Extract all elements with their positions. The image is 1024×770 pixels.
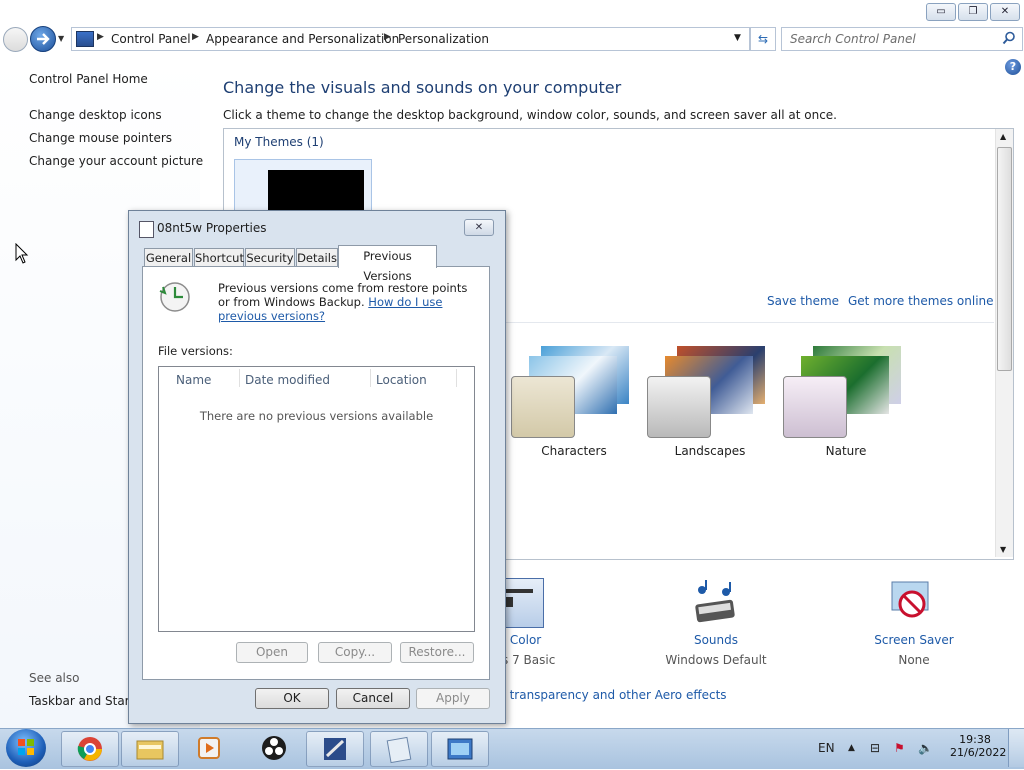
change-account-picture-link[interactable]: Change your account picture <box>29 154 203 168</box>
notepad-icon <box>386 736 412 764</box>
column-header-location[interactable]: Location <box>376 373 427 387</box>
action-center-icon[interactable]: ⚑ <box>894 741 905 755</box>
clock[interactable]: 19:38 21/6/2022 <box>950 733 1007 759</box>
show-desktop-button[interactable] <box>1008 729 1024 767</box>
arrow-right-icon <box>37 33 50 45</box>
paint-icon <box>324 738 346 760</box>
column-header-date-modified[interactable]: Date modified <box>245 373 330 387</box>
back-button[interactable] <box>3 27 28 52</box>
tab-security[interactable]: Security <box>245 248 295 267</box>
change-desktop-icons-link[interactable]: Change desktop icons <box>29 108 162 122</box>
control-panel-icon <box>447 738 473 760</box>
address-bar[interactable]: ▶ Control Panel ▶ Appearance and Persona… <box>71 27 750 51</box>
previous-versions-icon <box>159 282 190 312</box>
column-divider <box>370 369 371 387</box>
open-button[interactable]: Open <box>236 642 308 663</box>
column-divider <box>456 369 457 387</box>
column-header-name[interactable]: Name <box>176 373 211 387</box>
taskbar-control-panel[interactable] <box>431 731 489 767</box>
mouse-cursor-icon <box>15 243 29 264</box>
taskbar-app[interactable] <box>306 731 364 767</box>
restore-button[interactable]: Restore... <box>400 642 474 663</box>
tab-details[interactable]: Details <box>296 248 338 267</box>
chevron-right-icon[interactable]: ▶ <box>384 32 391 42</box>
theme-nature[interactable] <box>783 344 908 439</box>
tab-shortcut[interactable]: Shortcut <box>194 248 244 267</box>
taskbar-media-player[interactable] <box>181 731 237 765</box>
save-theme-link[interactable]: Save theme <box>767 294 839 308</box>
screen-saver-value: None <box>898 653 930 667</box>
network-icon[interactable]: ⊟ <box>870 741 880 755</box>
dialog-close-button[interactable]: ✕ <box>464 219 494 236</box>
clock-time: 19:38 <box>959 733 991 746</box>
file-versions-label: File versions: <box>158 344 233 358</box>
file-icon <box>139 221 154 238</box>
theme-landscapes[interactable] <box>647 344 772 439</box>
breadcrumb-appearance[interactable]: Appearance and Personalization <box>206 32 399 46</box>
cancel-button[interactable]: Cancel <box>336 688 410 709</box>
chevron-right-icon: ▶ <box>97 32 104 42</box>
theme-characters[interactable] <box>511 344 636 439</box>
theme-list-scrollbar[interactable]: ▲ ▼ <box>995 129 1013 557</box>
screen-saver-link[interactable]: Screen Saver <box>854 633 974 647</box>
my-themes-heading: My Themes (1) <box>234 135 324 149</box>
start-button[interactable] <box>6 729 46 767</box>
volume-icon[interactable]: 🔈 <box>918 741 933 755</box>
sounds-value: Windows Default <box>665 653 767 667</box>
ok-button[interactable]: OK <box>255 688 329 709</box>
empty-list-message: There are no previous versions available <box>199 409 434 423</box>
scroll-up-icon[interactable]: ▲ <box>1000 132 1006 141</box>
obs-icon <box>262 736 286 760</box>
windows-logo-icon <box>18 739 34 755</box>
dialog-title: 08nt5w Properties <box>157 221 267 235</box>
search-icon <box>1002 31 1015 45</box>
address-dropdown-icon[interactable]: ▼ <box>734 33 741 43</box>
search-input[interactable]: Search Control Panel <box>781 27 1023 51</box>
control-panel-icon <box>76 31 94 47</box>
show-hidden-icons-icon[interactable]: ▲ <box>848 743 855 753</box>
page-subtitle: Click a theme to change the desktop back… <box>223 108 837 122</box>
chevron-right-icon[interactable]: ▶ <box>192 32 199 42</box>
scrollbar-thumb[interactable] <box>997 147 1012 371</box>
see-also-heading: See also <box>29 671 80 685</box>
screen-saver-icon[interactable] <box>888 578 936 626</box>
maximize-button[interactable]: ❐ <box>958 3 988 21</box>
tab-general[interactable]: General <box>144 248 193 267</box>
taskbar-window[interactable] <box>370 731 428 767</box>
theme-label-nature: Nature <box>825 444 867 458</box>
breadcrumb-personalization[interactable]: Personalization <box>398 32 489 46</box>
taskbar-chrome[interactable] <box>61 731 119 767</box>
minimize-button[interactable]: ▭ <box>926 3 956 21</box>
search-placeholder: Search Control Panel <box>790 32 916 46</box>
close-button[interactable]: ✕ <box>990 3 1020 21</box>
sounds-icon[interactable] <box>690 578 740 628</box>
taskbar-obs[interactable] <box>246 731 302 765</box>
get-more-themes-link[interactable]: Get more themes online <box>848 294 994 308</box>
help-icon[interactable]: ? <box>1005 59 1021 75</box>
sounds-link[interactable]: Sounds <box>656 633 776 647</box>
recent-pages-dropdown-icon[interactable]: ▼ <box>58 34 64 43</box>
theme-label-landscapes: Landscapes <box>674 444 746 458</box>
file-versions-list[interactable]: Name Date modified Location There are no… <box>158 366 475 632</box>
folder-icon <box>136 740 164 760</box>
language-indicator[interactable]: EN <box>818 741 835 755</box>
taskbar-explorer[interactable] <box>121 731 179 767</box>
window-title-bar: ▭ ❐ ✕ <box>0 0 1024 24</box>
media-player-icon <box>198 737 220 759</box>
scroll-down-icon[interactable]: ▼ <box>1000 545 1006 554</box>
change-mouse-pointers-link[interactable]: Change mouse pointers <box>29 131 172 145</box>
info-text-block: Previous versions come from restore poin… <box>218 281 478 323</box>
clock-date: 21/6/2022 <box>950 746 1007 759</box>
theme-label-characters: Characters <box>541 444 607 458</box>
forward-button[interactable] <box>30 26 56 52</box>
column-divider <box>239 369 240 387</box>
page-title: Change the visuals and sounds on your co… <box>223 78 622 97</box>
tab-previous-versions[interactable]: Previous Versions <box>338 245 437 283</box>
refresh-icon[interactable]: ⇆ <box>750 27 776 51</box>
copy-button[interactable]: Copy... <box>318 642 392 663</box>
apply-button[interactable]: Apply <box>416 688 490 709</box>
control-panel-home-link[interactable]: Control Panel Home <box>29 72 148 86</box>
breadcrumb-control-panel[interactable]: Control Panel <box>111 32 191 46</box>
chrome-icon <box>77 737 102 761</box>
